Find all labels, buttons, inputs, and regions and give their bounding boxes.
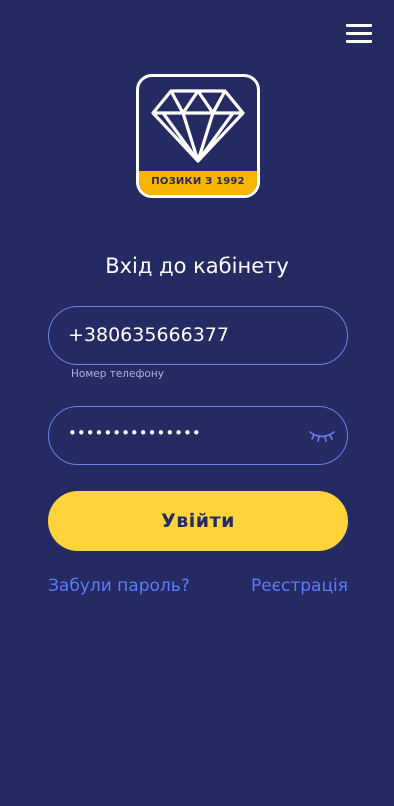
page-title: Вхід до кабінету <box>105 254 289 278</box>
register-link[interactable]: Реєстрація <box>251 576 348 596</box>
menu-bar <box>346 40 372 43</box>
menu-bar <box>346 24 372 27</box>
logo-tagline: ПОЗИКИ З 1992 <box>139 169 257 195</box>
login-screen: ПОЗИКИ З 1992 Вхід до кабінету +38063566… <box>0 0 394 806</box>
password-field[interactable]: ••••••••••••••• <box>48 406 348 465</box>
password-input[interactable]: ••••••••••••••• <box>68 405 201 462</box>
eye-closed-icon[interactable] <box>307 427 337 445</box>
brand-logo: ПОЗИКИ З 1992 <box>136 74 260 198</box>
menu-bar <box>346 32 372 35</box>
diamond-icon <box>151 89 245 163</box>
phone-field[interactable]: +380635666377 <box>48 306 348 365</box>
login-button[interactable]: Увійти <box>48 491 348 551</box>
forgot-password-link[interactable]: Забули пароль? <box>48 576 190 596</box>
hamburger-menu-icon[interactable] <box>346 24 372 44</box>
phone-field-caption: Номер телефону <box>71 368 164 380</box>
phone-input[interactable]: +380635666377 <box>68 307 229 364</box>
